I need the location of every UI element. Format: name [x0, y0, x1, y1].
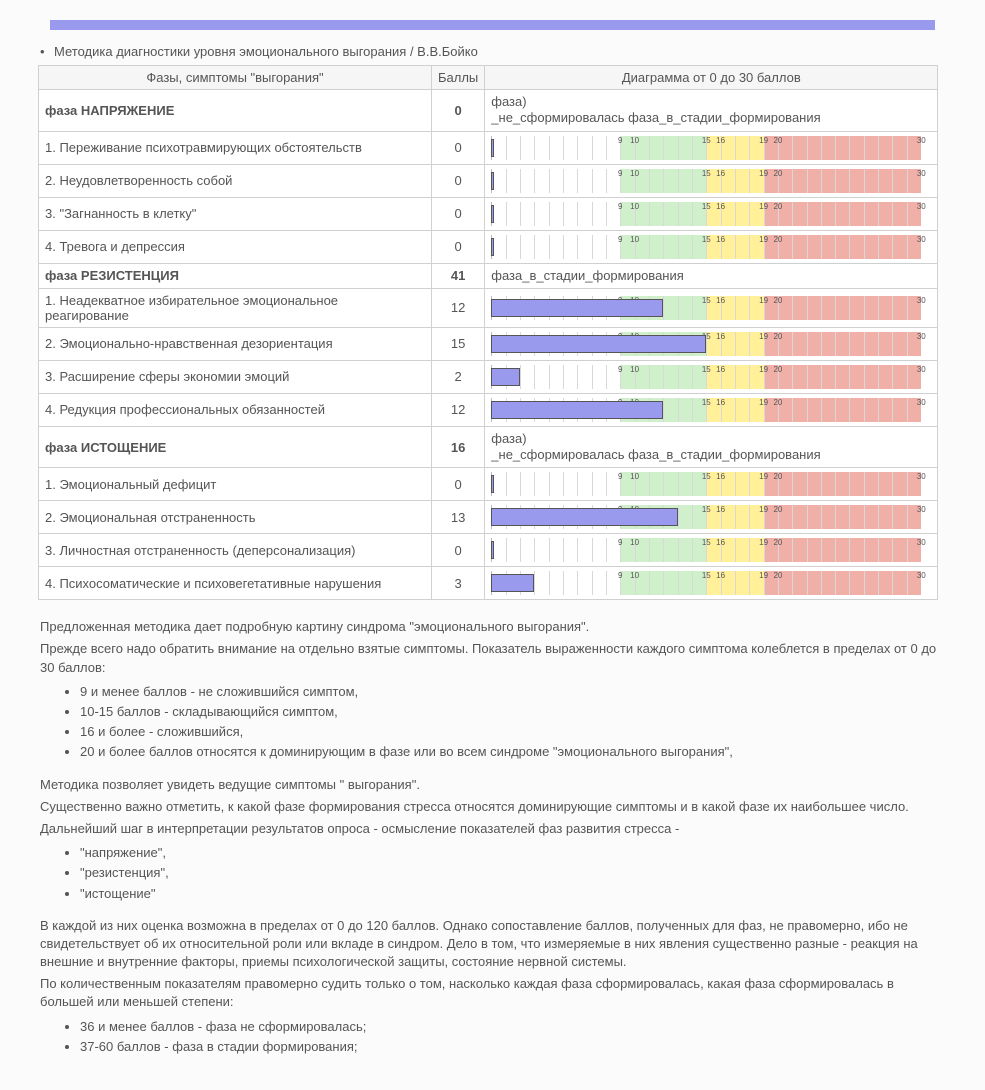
page-title: Методика диагностики уровня эмоционально…: [40, 44, 965, 59]
desc-p: Прежде всего надо обратить внимание на о…: [40, 640, 945, 676]
bar-fill: [491, 574, 534, 592]
diagram-cell: 9101516192030: [485, 360, 938, 393]
bar-fill: [491, 335, 706, 353]
symptom-label: 3. "Загнанность в клетку": [39, 197, 432, 230]
diagram-cell: 9101516192030: [485, 164, 938, 197]
phase-row: фаза ИСТОЩЕНИЕ16фаза) _не_сформировалась…: [39, 426, 938, 468]
desc-list-item: 36 и менее баллов - фаза не сформировала…: [80, 1018, 945, 1036]
symptom-label: 4. Тревога и депрессия: [39, 230, 432, 263]
score-cell: 16: [432, 426, 485, 468]
symptom-label: 1. Неадекватное избирательное эмоциональ…: [39, 288, 432, 327]
desc-list-item: 10-15 баллов - складывающийся симптом,: [80, 703, 945, 721]
symptom-row: 2. Неудовлетворенность собой091015161920…: [39, 164, 938, 197]
bar-fill: [491, 205, 494, 223]
score-cell: 12: [432, 288, 485, 327]
col-header-symptom: Фазы, симптомы "выгорания": [39, 66, 432, 90]
bar-fill: [491, 508, 677, 526]
symptom-label: 1. Переживание психотравмирующих обстоят…: [39, 131, 432, 164]
symptom-row: 3. "Загнанность в клетку"09101516192030: [39, 197, 938, 230]
symptom-row: 4. Редукция профессиональных обязанносте…: [39, 393, 938, 426]
score-cell: 0: [432, 534, 485, 567]
score-cell: 41: [432, 263, 485, 288]
desc-p: В каждой из них оценка возможна в предел…: [40, 917, 945, 972]
symptom-label: 3. Личностная отстраненность (деперсонал…: [39, 534, 432, 567]
desc-list-item: 16 и более - сложившийся,: [80, 723, 945, 741]
desc-list-item: 37-60 баллов - фаза в стадии формировани…: [80, 1038, 945, 1056]
col-header-score: Баллы: [432, 66, 485, 90]
symptom-row: 3. Личностная отстраненность (деперсонал…: [39, 534, 938, 567]
symptom-row: 1. Переживание психотравмирующих обстоят…: [39, 131, 938, 164]
bar-fill: [491, 172, 494, 190]
phase-label: фаза ИСТОЩЕНИЕ: [39, 426, 432, 468]
symptom-row: 1. Эмоциональный дефицит09101516192030: [39, 468, 938, 501]
desc-list-item: 9 и менее баллов - не сложившийся симпто…: [80, 683, 945, 701]
diagram-cell: 9101516192030: [485, 131, 938, 164]
bar-fill: [491, 475, 494, 493]
diagram-cell: 9101516192030: [485, 468, 938, 501]
phase-label: фаза НАПРЯЖЕНИЕ: [39, 90, 432, 132]
desc-list-item: "истощение": [80, 885, 945, 903]
diagram-cell: 9101516192030: [485, 288, 938, 327]
symptom-row: 4. Психосоматические и психовегетативные…: [39, 567, 938, 600]
symptom-row: 3. Расширение сферы экономии эмоций29101…: [39, 360, 938, 393]
desc-p: Существенно важно отметить, к какой фазе…: [40, 798, 945, 816]
score-cell: 0: [432, 197, 485, 230]
score-cell: 0: [432, 90, 485, 132]
phase-status-text: фаза) _не_сформировалась фаза_в_стадии_ф…: [485, 90, 938, 132]
symptom-row: 4. Тревога и депрессия09101516192030: [39, 230, 938, 263]
diagram-cell: 9101516192030: [485, 197, 938, 230]
symptom-label: 2. Эмоциональная отстраненность: [39, 501, 432, 534]
top-accent-bar: [50, 20, 935, 30]
desc-list-item: "резистенция",: [80, 864, 945, 882]
desc-p: Методика позволяет увидеть ведущие симпт…: [40, 776, 945, 794]
desc-p: Дальнейший шаг в интерпретации результат…: [40, 820, 945, 838]
symptom-label: 2. Эмоционально-нравственная дезориентац…: [39, 327, 432, 360]
bar-fill: [491, 299, 663, 317]
symptom-label: 4. Психосоматические и психовегетативные…: [39, 567, 432, 600]
desc-p: По количественным показателям правомерно…: [40, 975, 945, 1011]
score-cell: 12: [432, 393, 485, 426]
score-cell: 15: [432, 327, 485, 360]
score-cell: 0: [432, 164, 485, 197]
symptom-row: 2. Эмоциональная отстраненность139101516…: [39, 501, 938, 534]
bar-fill: [491, 401, 663, 419]
phase-status-text: фаза_в_стадии_формирования: [485, 263, 938, 288]
symptom-row: 2. Эмоционально-нравственная дезориентац…: [39, 327, 938, 360]
bar-fill: [491, 541, 494, 559]
score-cell: 2: [432, 360, 485, 393]
desc-list-item: 20 и более баллов относятся к доминирующ…: [80, 743, 945, 761]
desc-list: "напряжение", "резистенция", "истощение": [80, 844, 945, 903]
score-cell: 0: [432, 230, 485, 263]
col-header-diagram: Диаграмма от 0 до 30 баллов: [485, 66, 938, 90]
score-cell: 0: [432, 131, 485, 164]
desc-list: 9 и менее баллов - не сложившийся симпто…: [80, 683, 945, 762]
phase-row: фаза НАПРЯЖЕНИЕ0фаза) _не_сформировалась…: [39, 90, 938, 132]
score-cell: 13: [432, 501, 485, 534]
symptom-label: 4. Редукция профессиональных обязанносте…: [39, 393, 432, 426]
desc-list: 36 и менее баллов - фаза не сформировала…: [80, 1018, 945, 1056]
symptom-row: 1. Неадекватное избирательное эмоциональ…: [39, 288, 938, 327]
diagram-cell: 9101516192030: [485, 534, 938, 567]
diagram-cell: 9101516192030: [485, 567, 938, 600]
bar-fill: [491, 368, 520, 386]
bar-fill: [491, 238, 494, 256]
bar-fill: [491, 139, 494, 157]
desc-list-item: "напряжение",: [80, 844, 945, 862]
diagram-cell: 9101516192030: [485, 230, 938, 263]
phase-label: фаза РЕЗИСТЕНЦИЯ: [39, 263, 432, 288]
symptom-label: 1. Эмоциональный дефицит: [39, 468, 432, 501]
description-block: Предложенная методика дает подробную кар…: [40, 618, 945, 1056]
diagram-cell: 9101516192030: [485, 327, 938, 360]
phase-row: фаза РЕЗИСТЕНЦИЯ41фаза_в_стадии_формиров…: [39, 263, 938, 288]
diagram-cell: 9101516192030: [485, 501, 938, 534]
phase-status-text: фаза) _не_сформировалась фаза_в_стадии_ф…: [485, 426, 938, 468]
desc-p: Предложенная методика дает подробную кар…: [40, 618, 945, 636]
symptom-label: 3. Расширение сферы экономии эмоций: [39, 360, 432, 393]
diagram-cell: 9101516192030: [485, 393, 938, 426]
results-table: Фазы, симптомы "выгорания" Баллы Диаграм…: [38, 65, 938, 600]
symptom-label: 2. Неудовлетворенность собой: [39, 164, 432, 197]
score-cell: 3: [432, 567, 485, 600]
score-cell: 0: [432, 468, 485, 501]
